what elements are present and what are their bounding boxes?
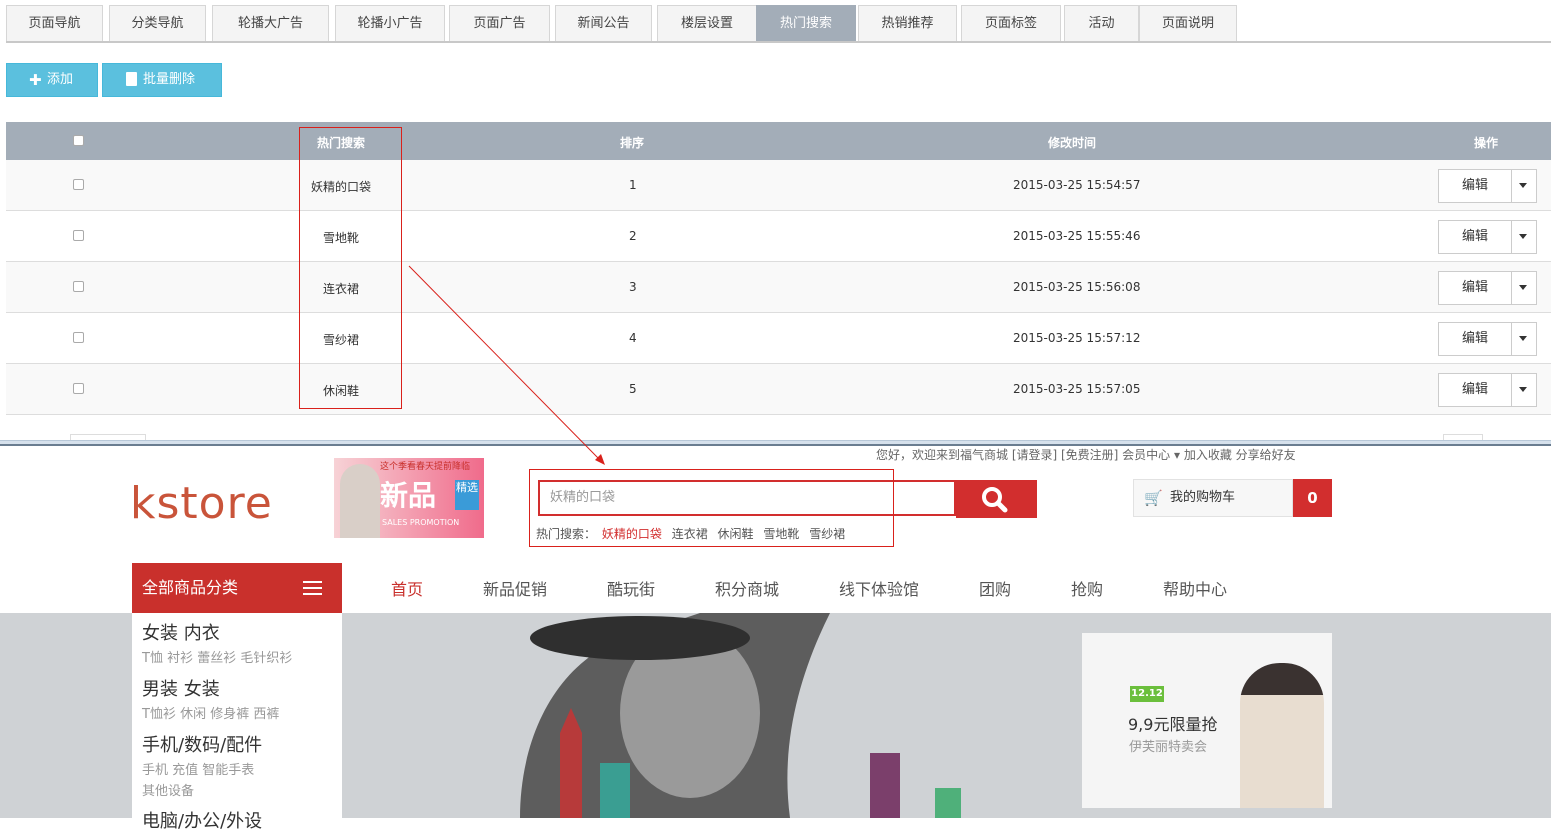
- ad-model-image: [1240, 663, 1324, 808]
- all-categories-header[interactable]: 全部商品分类: [132, 563, 342, 613]
- category-main[interactable]: 电脑/办公/外设: [142, 807, 262, 833]
- category-panel: 女装 内衣 T恤 衬衫 蕾丝衫 毛针织衫 男装 女装 T恤衫 休闲 修身裤 西裤…: [132, 613, 342, 832]
- cart-count-badge: 0: [1293, 479, 1332, 517]
- nav-cool-street[interactable]: 酷玩街: [607, 576, 655, 600]
- category-sub[interactable]: 手机 充值 智能手表: [142, 759, 254, 778]
- category-main[interactable]: 男装 女装: [142, 675, 220, 701]
- menu-icon: [303, 581, 322, 595]
- nav-home[interactable]: 首页: [391, 576, 423, 600]
- cart-icon: 🛒: [1144, 489, 1163, 507]
- nav-new-promo[interactable]: 新品促销: [483, 576, 547, 600]
- category-sub[interactable]: T恤衫 休闲 修身裤 西裤: [142, 703, 279, 722]
- nav-flash-sale[interactable]: 抢购: [1071, 576, 1103, 600]
- all-categories-label: 全部商品分类: [142, 578, 239, 597]
- category-sub[interactable]: 其他设备: [142, 780, 194, 799]
- nav-offline-store[interactable]: 线下体验馆: [839, 576, 919, 600]
- cart-label: 我的购物车: [1170, 490, 1236, 505]
- category-main[interactable]: 手机/数码/配件: [142, 731, 262, 757]
- category-main[interactable]: 女装 内衣: [142, 619, 220, 645]
- ad-subtitle: 伊芙丽特卖会: [1129, 740, 1208, 755]
- nav-group-buy[interactable]: 团购: [979, 576, 1011, 600]
- ad-title: 9,9元限量抢: [1128, 715, 1218, 734]
- nav-points-mall[interactable]: 积分商城: [715, 576, 779, 600]
- ad-badge: 12.12: [1130, 686, 1164, 702]
- shopping-cart-button[interactable]: 🛒 我的购物车: [1133, 479, 1293, 517]
- nav-help-center[interactable]: 帮助中心: [1163, 576, 1227, 600]
- side-ad-card[interactable]: 12.12 9,9元限量抢 伊芙丽特卖会: [1082, 633, 1332, 808]
- category-sub[interactable]: T恤 衬衫 蕾丝衫 毛针织衫: [142, 647, 292, 666]
